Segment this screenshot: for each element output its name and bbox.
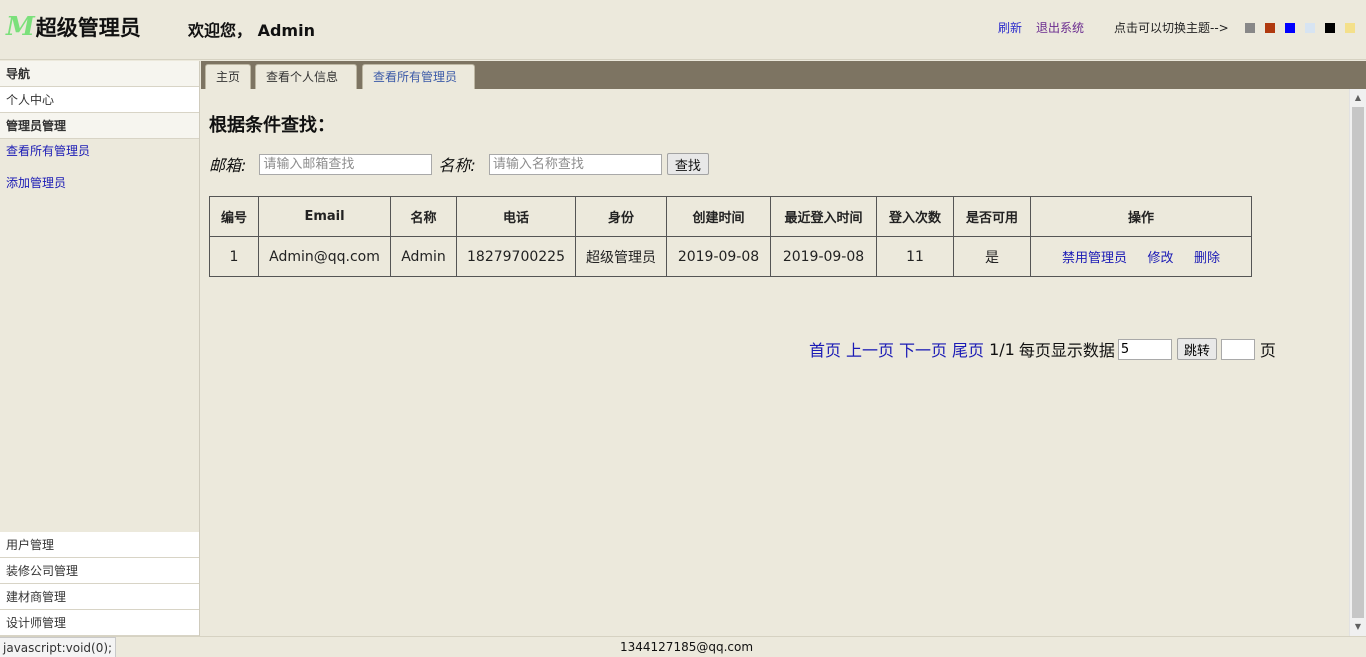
cell-phone: 18279700225: [456, 236, 576, 277]
logo-text: 超级管理员: [35, 16, 141, 40]
page-unit-label: 页: [1259, 341, 1276, 360]
page-info: 1/1: [989, 339, 1015, 359]
sidebar-admin-submenu: 查看所有管理员 添加管理员: [0, 139, 199, 533]
per-page-input[interactable]: [1117, 338, 1172, 360]
footer-email: 1344127185@qq.com: [620, 640, 754, 654]
theme-swatches: [1245, 23, 1355, 33]
theme-swatch-lightblue[interactable]: [1305, 23, 1315, 33]
col-login-count: 登入次数: [876, 196, 954, 237]
first-page-link[interactable]: 首页: [809, 337, 841, 361]
col-enabled: 是否可用: [953, 196, 1031, 237]
col-actions: 操作: [1030, 196, 1252, 237]
status-bar-url: javascript:void(0);: [0, 637, 117, 657]
edit-link[interactable]: 修改: [1147, 251, 1173, 266]
col-created: 创建时间: [666, 196, 771, 237]
tab-view-all-admins[interactable]: 查看所有管理员: [362, 64, 475, 89]
cell-enabled: 是: [953, 236, 1031, 277]
vertical-scrollbar[interactable]: ▲ ▼: [1349, 89, 1366, 636]
search-button[interactable]: 查找: [666, 153, 709, 175]
sidebar-item-designers[interactable]: 设计师管理: [0, 610, 199, 636]
tab-home[interactable]: 主页: [205, 64, 252, 89]
col-last-login: 最近登入时间: [770, 196, 877, 237]
col-name: 名称: [390, 196, 457, 237]
delete-link[interactable]: 删除: [1194, 251, 1220, 266]
logout-link[interactable]: 退出系统: [1036, 19, 1084, 36]
sidebar-section-admin[interactable]: 管理员管理: [0, 113, 199, 139]
scroll-up-arrow-icon[interactable]: ▲: [1350, 90, 1366, 106]
sidebar-item-personal[interactable]: 个人中心: [0, 87, 199, 113]
table-row: 1 Admin@qq.com Admin 18279700225 超级管理员 2…: [209, 236, 1252, 277]
cell-name: Admin: [390, 236, 457, 277]
col-role: 身份: [575, 196, 667, 237]
sidebar-item-decoration-companies[interactable]: 装修公司管理: [0, 558, 199, 584]
theme-swatch-gray[interactable]: [1245, 23, 1255, 33]
cell-role: 超级管理员: [575, 236, 667, 277]
sidebar-item-material-suppliers[interactable]: 建材商管理: [0, 584, 199, 610]
cell-id: 1: [209, 236, 259, 277]
last-page-link[interactable]: 尾页: [952, 337, 984, 361]
sidebar-link-add-admin[interactable]: 添加管理员: [0, 175, 199, 207]
logo-mark: M: [6, 12, 35, 42]
tab-personal-info[interactable]: 查看个人信息: [255, 64, 357, 89]
page-number-input[interactable]: [1220, 338, 1255, 360]
admin-table: 编号 Email 名称 电话 身份 创建时间 最近登入时间 登入次数 是否可用 …: [209, 196, 1252, 277]
search-form: 邮箱: 名称: 查找: [209, 152, 709, 176]
sidebar-item-users[interactable]: 用户管理: [0, 532, 199, 558]
scroll-down-arrow-icon[interactable]: ▼: [1350, 619, 1366, 635]
header: M 超级管理员 欢迎您， Admin 刷新 退出系统 点击可以切换主题-->: [0, 0, 1366, 60]
per-page-label: 每页显示数据: [1018, 341, 1115, 360]
name-label: 名称:: [438, 156, 476, 175]
cell-email: Admin@qq.com: [258, 236, 391, 277]
sidebar: 导航 个人中心 管理员管理 查看所有管理员 添加管理员 用户管理 装修公司管理 …: [0, 61, 200, 636]
main-content: 根据条件查找： 邮箱: 名称: 查找 编号 Email 名称 电话 身份 创建时…: [201, 89, 1349, 636]
disable-admin-link[interactable]: 禁用管理员: [1062, 251, 1127, 266]
theme-swatch-red[interactable]: [1265, 23, 1275, 33]
cell-actions: 禁用管理员 修改 删除: [1030, 236, 1252, 277]
scroll-thumb[interactable]: [1352, 107, 1364, 618]
next-page-link[interactable]: 下一页: [899, 337, 947, 361]
theme-swatch-black[interactable]: [1325, 23, 1335, 33]
theme-swatch-yellow[interactable]: [1345, 23, 1355, 33]
tab-bar: 主页 查看个人信息 查看所有管理员: [201, 61, 1366, 89]
sidebar-nav-title: 导航: [0, 61, 199, 87]
cell-created: 2019-09-08: [666, 236, 771, 277]
refresh-link[interactable]: 刷新: [998, 19, 1022, 36]
search-title: 根据条件查找：: [209, 115, 335, 136]
theme-swatch-blue[interactable]: [1285, 23, 1295, 33]
cell-login-count: 11: [876, 236, 954, 277]
col-email: Email: [258, 196, 391, 237]
jump-button[interactable]: 跳转: [1176, 338, 1217, 360]
col-id: 编号: [209, 196, 259, 237]
footer: javascript:void(0); 1344127185@qq.com: [0, 636, 1366, 657]
col-phone: 电话: [456, 196, 576, 237]
pagination: 首页 上一页 下一页 尾页 1/1 每页显示数据 跳转 页: [809, 338, 1276, 360]
cell-last-login: 2019-09-08: [770, 236, 877, 277]
logo: M 超级管理员: [6, 12, 141, 42]
header-links: 刷新 退出系统: [998, 19, 1084, 36]
email-label: 邮箱:: [209, 156, 247, 175]
welcome-text: 欢迎您， Admin: [188, 21, 315, 40]
table-header-row: 编号 Email 名称 电话 身份 创建时间 最近登入时间 登入次数 是否可用 …: [209, 196, 1252, 237]
name-search-input[interactable]: [488, 153, 662, 175]
prev-page-link[interactable]: 上一页: [846, 337, 894, 361]
theme-label: 点击可以切换主题-->: [1114, 21, 1229, 35]
email-search-input[interactable]: [259, 153, 433, 175]
sidebar-link-view-admins[interactable]: 查看所有管理员: [0, 143, 199, 175]
sidebar-bottom-menu: 用户管理 装修公司管理 建材商管理 设计师管理: [0, 532, 199, 636]
